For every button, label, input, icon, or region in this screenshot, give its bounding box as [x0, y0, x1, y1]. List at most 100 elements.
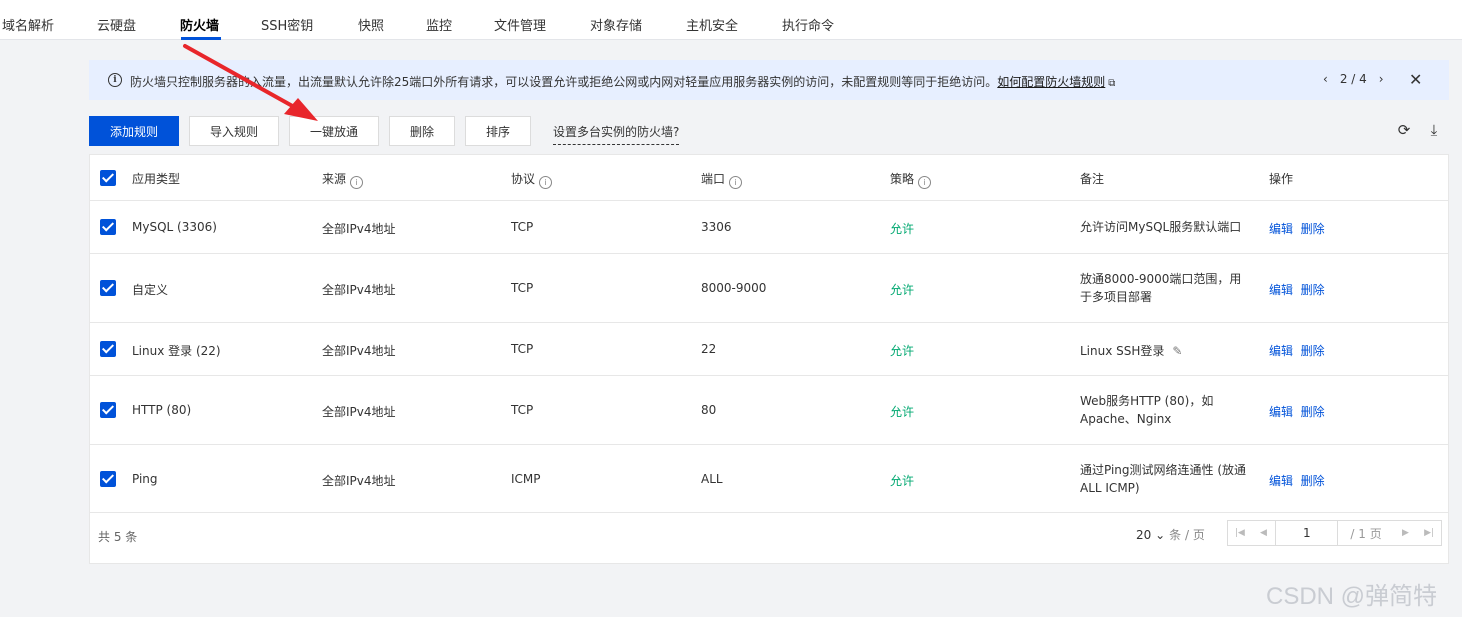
cell-protocol: TCP	[511, 220, 534, 234]
cell-app-type: MySQL (3306)	[132, 220, 217, 234]
pencil-icon[interactable]: ✎	[1172, 344, 1182, 358]
prev-page-icon[interactable]: ◀	[1252, 528, 1276, 538]
tab-monitor[interactable]: 监控	[426, 15, 452, 34]
help-icon[interactable]: i	[729, 176, 743, 189]
banner-help-link[interactable]: 如何配置防火墙规则	[997, 75, 1105, 89]
edit-button[interactable]: 编辑	[1269, 344, 1293, 358]
help-icon[interactable]: i	[918, 176, 932, 189]
edit-button[interactable]: 编辑	[1269, 283, 1293, 297]
sort-button[interactable]: 排序	[465, 116, 531, 146]
cell-source: 全部IPv4地址	[322, 344, 396, 358]
close-icon[interactable]: ✕	[1409, 70, 1422, 89]
cell-policy: 允许	[890, 222, 915, 236]
select-all-checkbox[interactable]	[100, 170, 116, 186]
cell-policy: 允许	[890, 405, 915, 419]
cell-app-type: HTTP (80)	[132, 403, 192, 417]
tab-run-command[interactable]: 执行命令	[782, 15, 834, 34]
row-checkbox[interactable]	[100, 471, 116, 487]
pagination: |◀ ◀ 1 / 1 页 ▶ ▶|	[1227, 520, 1442, 546]
tab-firewall[interactable]: 防火墙	[180, 15, 219, 34]
info-icon: i	[108, 73, 122, 87]
tab-object-storage[interactable]: 对象存储	[590, 15, 642, 34]
cell-app-type: 自定义	[132, 283, 169, 297]
help-icon[interactable]: i	[350, 176, 364, 189]
header-policy: 策略 i	[890, 170, 932, 189]
delete-row-button[interactable]: 删除	[1301, 405, 1325, 419]
cell-source: 全部IPv4地址	[322, 222, 396, 236]
cell-actions: 编辑 删除	[1269, 220, 1325, 237]
cell-protocol: ICMP	[511, 472, 541, 486]
cell-source: 全部IPv4地址	[322, 283, 396, 297]
add-rule-button[interactable]: 添加规则	[89, 116, 179, 146]
page-count: / 1 页	[1350, 526, 1382, 541]
cell-source: 全部IPv4地址	[322, 474, 396, 488]
delete-button[interactable]: 删除	[389, 116, 455, 146]
banner-pager: ‹ 2 / 4 ›	[1317, 72, 1390, 86]
cell-note-wrap: Linux SSH登录 ✎	[1080, 342, 1182, 359]
delete-row-button[interactable]: 删除	[1301, 344, 1325, 358]
cell-app-type: Ping	[132, 472, 158, 486]
edit-button[interactable]: 编辑	[1269, 405, 1293, 419]
row-checkbox[interactable]	[100, 280, 116, 296]
cell-actions: 编辑 删除	[1269, 472, 1325, 489]
table-row: 自定义 全部IPv4地址 TCP 8000-9000 允许 放通8000-900…	[90, 254, 1448, 323]
cell-port: 22	[701, 342, 717, 356]
multi-instance-firewall-link[interactable]: 设置多台实例的防火墙?	[553, 123, 680, 145]
tab-ssh-key[interactable]: SSH密钥	[261, 15, 313, 34]
refresh-icon[interactable]: ⟳	[1395, 121, 1413, 139]
chevron-down-icon: ⌄	[1155, 528, 1166, 542]
cell-note: 放通8000-9000端口范围，用于多项目部署	[1080, 272, 1242, 304]
delete-row-button[interactable]: 删除	[1301, 474, 1325, 488]
row-checkbox[interactable]	[100, 341, 116, 357]
firewall-rules-table: 应用类型 来源 i 协议 i 端口 i 策略 i 备注 操作 MySQL (3306) …	[89, 154, 1449, 564]
page-size-select[interactable]: 20 ⌄ 条 / 页	[1136, 526, 1205, 543]
download-icon[interactable]: ⤓	[1425, 121, 1443, 139]
tab-host-security[interactable]: 主机安全	[686, 15, 738, 34]
one-click-open-button[interactable]: 一键放通	[289, 116, 379, 146]
cell-actions: 编辑 删除	[1269, 403, 1325, 420]
cell-policy: 允许	[890, 474, 915, 488]
delete-row-button[interactable]: 删除	[1301, 222, 1325, 236]
tab-dns[interactable]: 域名解析	[2, 15, 54, 34]
cell-protocol: TCP	[511, 403, 534, 417]
page-number-input[interactable]: 1	[1275, 521, 1339, 545]
info-banner: i 防火墙只控制服务器的入流量，出流量默认允许除25端口外所有请求，可以设置允许…	[89, 60, 1449, 100]
help-icon[interactable]: i	[539, 176, 553, 189]
banner-prev-icon[interactable]: ‹	[1323, 72, 1328, 86]
cell-port: 8000-9000	[701, 281, 767, 295]
top-tab-bar: 域名解析 云硬盘 防火墙 SSH密钥 快照 监控 文件管理 对象存储 主机安全 …	[0, 0, 1462, 40]
table-row: Linux 登录 (22) 全部IPv4地址 TCP 22 允许 Linux S…	[90, 323, 1448, 376]
row-checkbox[interactable]	[100, 402, 116, 418]
header-note: 备注	[1080, 172, 1105, 186]
cell-source: 全部IPv4地址	[322, 405, 396, 419]
cell-protocol: TCP	[511, 342, 534, 356]
last-page-icon[interactable]: ▶|	[1417, 528, 1441, 538]
delete-row-button[interactable]: 删除	[1301, 283, 1325, 297]
cell-note: Linux SSH登录	[1080, 344, 1165, 358]
import-rule-button[interactable]: 导入规则	[189, 116, 279, 146]
tab-snapshot[interactable]: 快照	[358, 15, 384, 34]
header-app-type: 应用类型	[132, 172, 181, 186]
cell-port: 3306	[701, 220, 732, 234]
row-checkbox[interactable]	[100, 219, 116, 235]
tab-cloud-disk[interactable]: 云硬盘	[97, 15, 136, 34]
edit-button[interactable]: 编辑	[1269, 474, 1293, 488]
first-page-icon[interactable]: |◀	[1228, 528, 1252, 538]
cell-port: 80	[701, 403, 717, 417]
cell-port: ALL	[701, 472, 723, 486]
header-port: 端口 i	[701, 170, 743, 189]
edit-button[interactable]: 编辑	[1269, 222, 1293, 236]
cell-app-type: Linux 登录 (22)	[132, 344, 221, 358]
cell-actions: 编辑 删除	[1269, 342, 1325, 359]
table-header: 应用类型 来源 i 协议 i 端口 i 策略 i 备注 操作	[90, 155, 1448, 201]
tab-file-manager[interactable]: 文件管理	[494, 15, 546, 34]
active-tab-indicator	[181, 37, 221, 40]
next-page-icon[interactable]: ▶	[1394, 528, 1418, 538]
banner-text: 防火墙只控制服务器的入流量，出流量默认允许除25端口外所有请求，可以设置允许或拒…	[130, 75, 1116, 89]
header-source: 来源 i	[322, 170, 364, 189]
banner-next-icon[interactable]: ›	[1379, 72, 1384, 86]
cell-policy: 允许	[890, 344, 915, 358]
cell-note: 允许访问MySQL服务默认端口	[1080, 220, 1242, 234]
watermark: CSDN @弹简特	[1266, 583, 1438, 610]
table-row: Ping 全部IPv4地址 ICMP ALL 允许 通过Ping测试网络连通性 …	[90, 445, 1448, 513]
